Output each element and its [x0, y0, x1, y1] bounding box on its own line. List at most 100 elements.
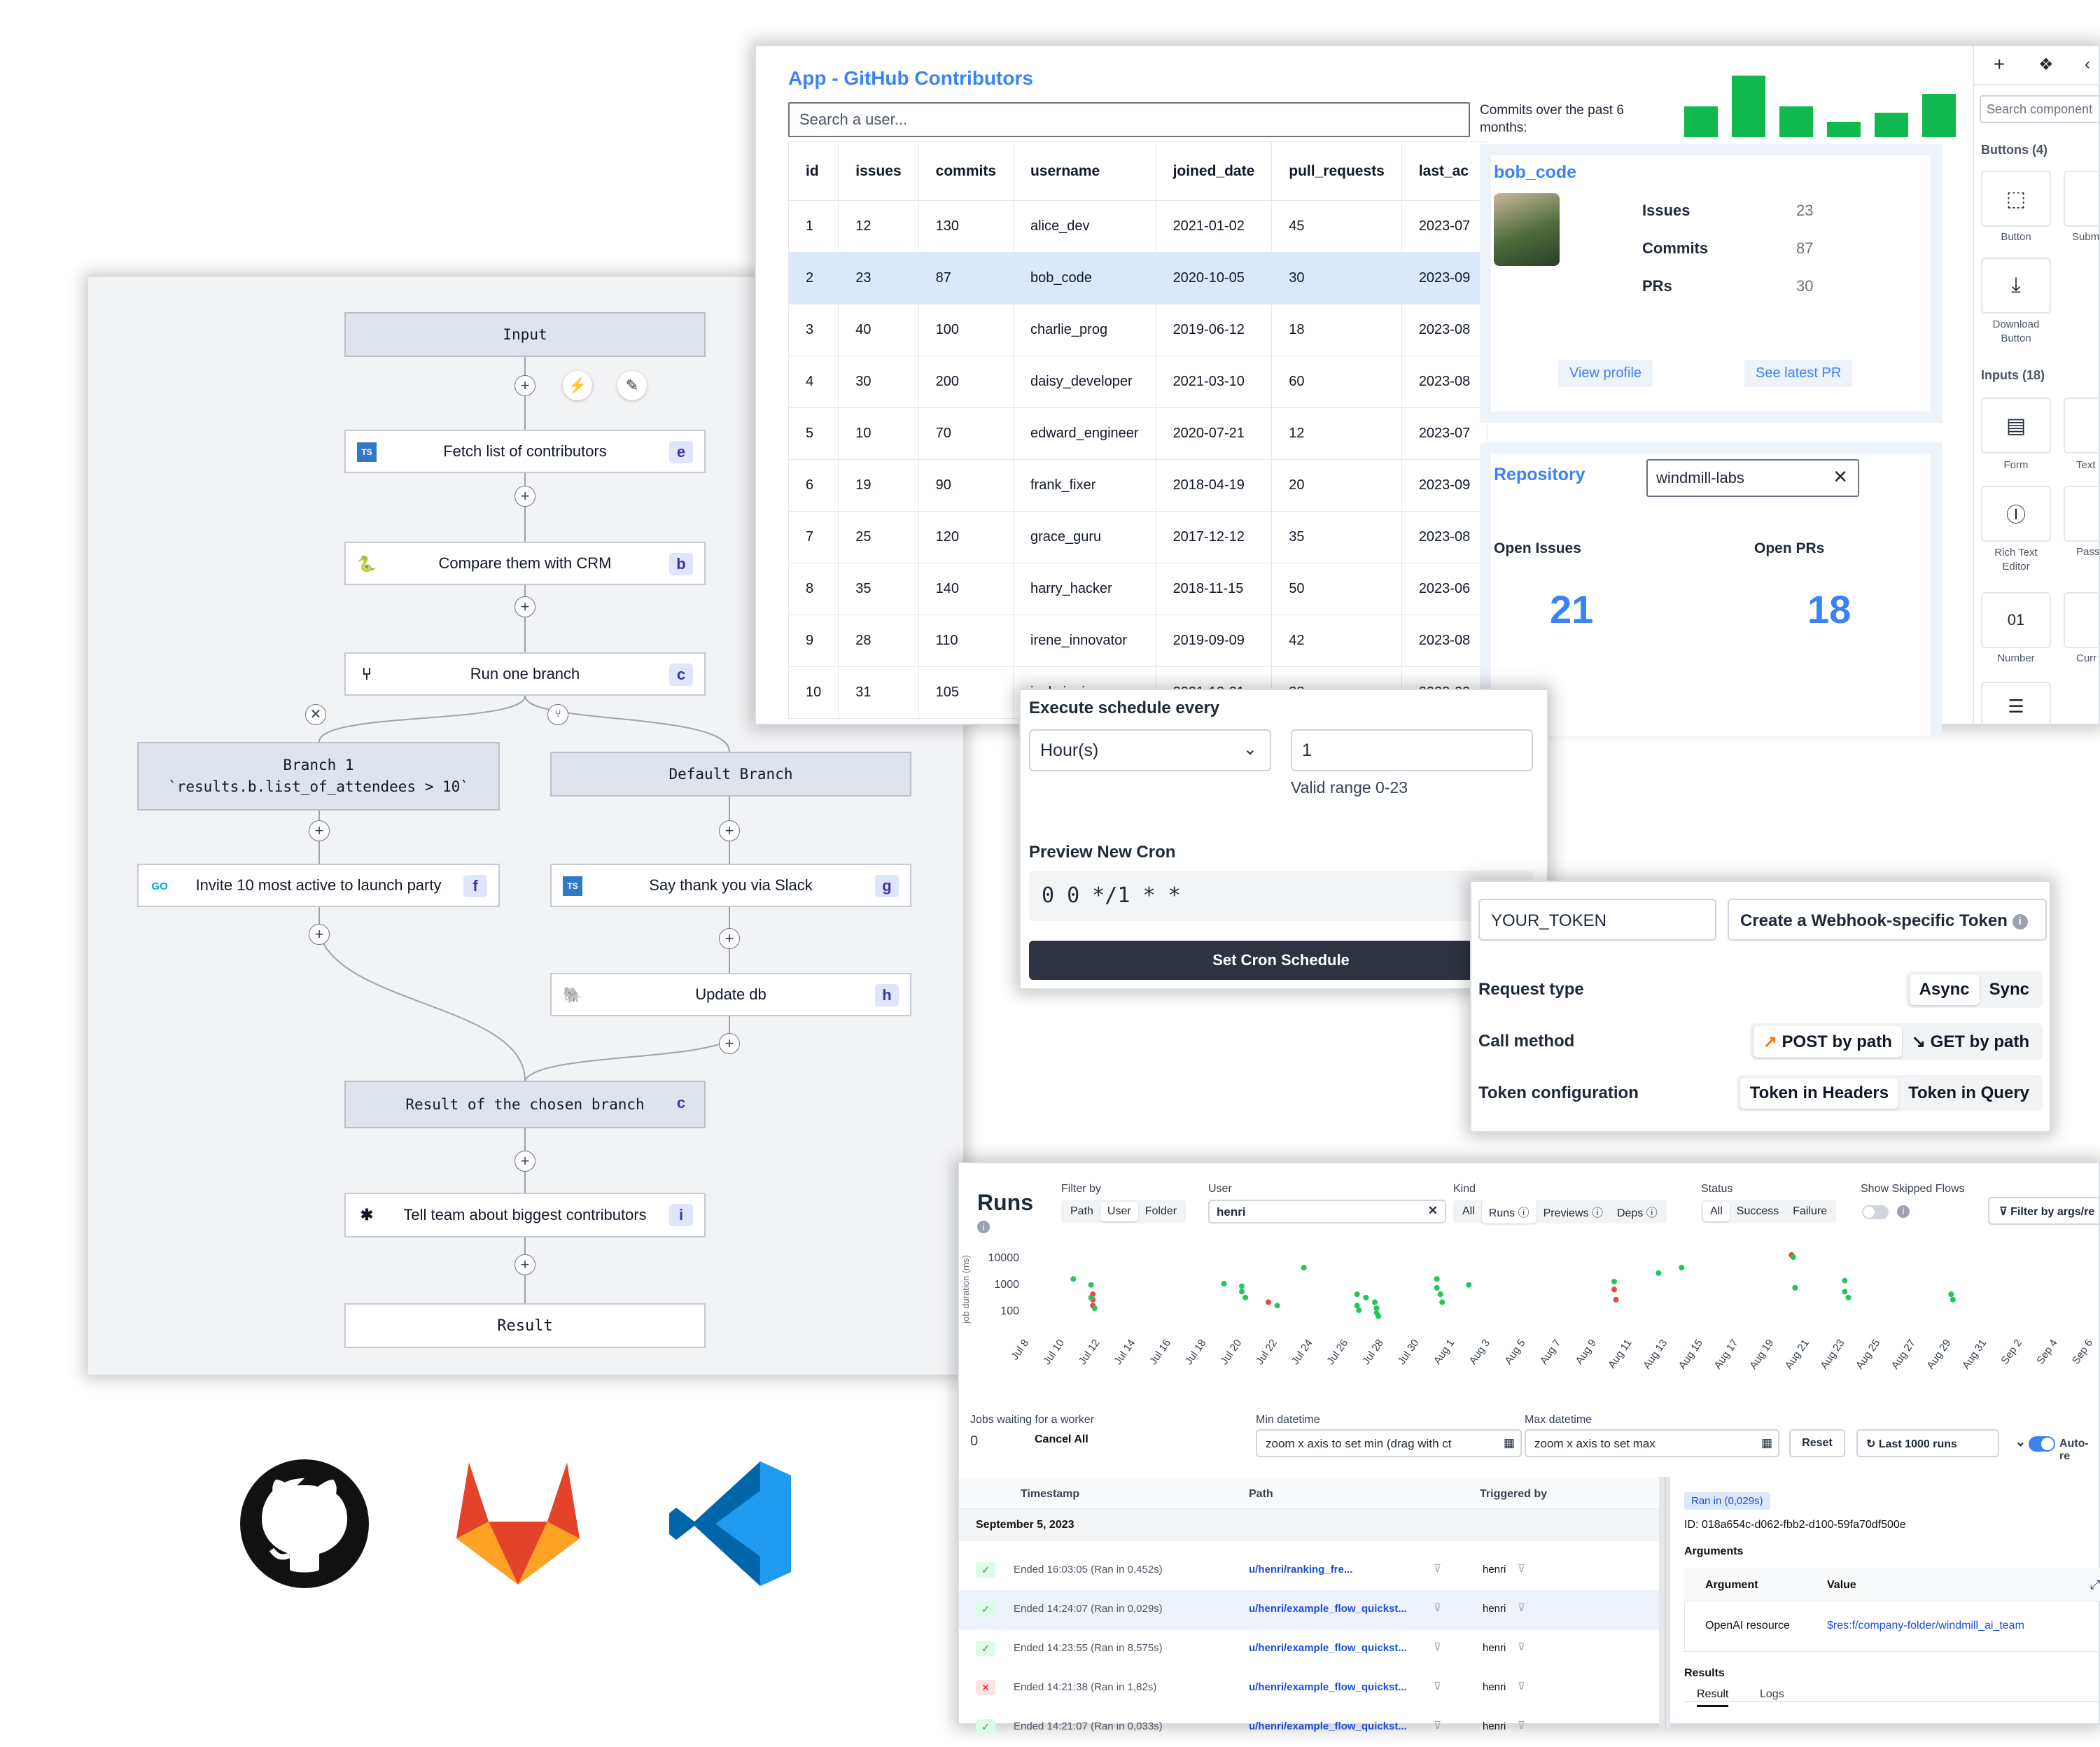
run-point[interactable]: [1842, 1289, 1848, 1295]
last-runs-select[interactable]: ↻ Last 1000 runs ⌄: [1856, 1429, 2026, 1457]
status-success[interactable]: Success: [1730, 1202, 1786, 1221]
job-row[interactable]: ✓ Ended 14:24:07 (Ran in 0,029s) u/henri/e…: [959, 1590, 1659, 1629]
run-point[interactable]: [1439, 1299, 1446, 1305]
sync-option[interactable]: Sync: [1980, 974, 2039, 1005]
post-by-path-option[interactable]: ↗ POST by path: [1753, 1025, 1902, 1058]
run-point[interactable]: [1354, 1291, 1360, 1298]
min-datetime-input[interactable]: zoom x axis to set min (drag with ct ▦: [1256, 1429, 1522, 1457]
job-path-link[interactable]: u/henri/ranking_fre...: [1249, 1564, 1352, 1576]
add-step-icon[interactable]: +: [514, 1254, 536, 1275]
submit-component-icon[interactable]: [2064, 171, 2100, 227]
table-row[interactable]: 3 40 100 charlie_prog 2019-06-12 18 2023-08: [788, 304, 1488, 356]
add-step-icon[interactable]: +: [719, 928, 740, 949]
job-row[interactable]: ✕ Ended 14:21:38 (Ran in 1,82s) u/henri/ex…: [959, 1669, 1659, 1708]
job-path-link[interactable]: u/henri/example_flow_quickst...: [1249, 1642, 1407, 1654]
table-row[interactable]: 1 12 130 alice_dev 2021-01-02 45 2023-07: [788, 200, 1488, 253]
run-point[interactable]: [1437, 1291, 1443, 1298]
auto-refresh-toggle[interactable]: [2029, 1436, 2055, 1452]
filter-icon[interactable]: ⊽: [1518, 1562, 1525, 1575]
filter-icon[interactable]: ⊽: [1434, 1641, 1441, 1653]
kind-all[interactable]: All: [1455, 1202, 1482, 1221]
kind-deps[interactable]: Deps ⓘ: [1610, 1200, 1665, 1223]
run-point[interactable]: [1845, 1294, 1851, 1300]
filter-icon[interactable]: ⊽: [1518, 1680, 1525, 1692]
filter-path[interactable]: Path: [1063, 1202, 1100, 1221]
filter-user[interactable]: User: [1100, 1202, 1138, 1221]
get-by-path-option[interactable]: ↘ GET by path: [1902, 1026, 2039, 1058]
flow-node-slack[interactable]: TS Say thank you via Slack g: [550, 864, 911, 907]
filter-args-button[interactable]: ⊽ Filter by args/re: [1988, 1197, 2100, 1225]
reset-button[interactable]: Reset: [1789, 1429, 1845, 1457]
run-point[interactable]: [1949, 1296, 1956, 1303]
add-step-icon[interactable]: +: [514, 596, 536, 617]
run-point[interactable]: [1434, 1284, 1440, 1291]
run-point[interactable]: [1070, 1276, 1077, 1282]
result-tab[interactable]: Result: [1697, 1688, 1729, 1707]
see-latest-pr-button[interactable]: See latest PR: [1744, 360, 1853, 387]
repository-input[interactable]: windmill-labs ✕: [1646, 459, 1859, 497]
run-point[interactable]: [1466, 1282, 1472, 1288]
add-step-icon[interactable]: +: [514, 486, 536, 507]
job-row[interactable]: ✓ Ended 14:23:55 (Ran in 8,575s) u/henri/e…: [959, 1629, 1659, 1669]
run-point[interactable]: [1372, 1299, 1378, 1305]
flow-branch-1[interactable]: Branch 1 `results.b.list_of_attendees > 1…: [137, 742, 500, 811]
run-point[interactable]: [1242, 1294, 1249, 1300]
token-input[interactable]: YOUR_TOKEN: [1478, 899, 1716, 941]
run-point[interactable]: [1613, 1296, 1619, 1303]
bolt-icon[interactable]: ⚡: [563, 371, 592, 400]
run-point[interactable]: [1842, 1277, 1848, 1284]
max-datetime-input[interactable]: zoom x axis to set max ▦: [1525, 1429, 1779, 1457]
download-icon[interactable]: ⤓: [1981, 258, 2051, 314]
filter-icon[interactable]: ⊽: [1518, 1601, 1525, 1614]
flow-node-compare[interactable]: 🐍 Compare them with CRM b: [344, 542, 706, 585]
kind-runs[interactable]: Runs ⓘ: [1481, 1200, 1536, 1223]
token-in-headers-option[interactable]: Token in Headers: [1740, 1078, 1899, 1109]
cancel-all-button[interactable]: Cancel All: [1035, 1433, 1088, 1446]
run-point[interactable]: [1274, 1303, 1280, 1309]
run-point[interactable]: [1088, 1282, 1094, 1288]
add-step-icon[interactable]: +: [719, 1033, 740, 1054]
clear-icon[interactable]: ✕: [1428, 1204, 1438, 1218]
flow-node-tell[interactable]: ✱ Tell team about biggest contributors i: [344, 1193, 706, 1237]
run-point[interactable]: [1266, 1299, 1271, 1305]
flow-default-branch[interactable]: Default Branch: [550, 752, 911, 797]
schedule-unit-select[interactable]: Hour(s) ⌄: [1029, 729, 1271, 771]
calendar-icon[interactable]: ▦: [1503, 1436, 1515, 1450]
table-row[interactable]: 9 28 110 irene_innovator 2019-09-09 42 2023-08: [788, 615, 1488, 667]
run-point[interactable]: [1221, 1281, 1227, 1286]
button-component-icon[interactable]: ⬚: [1981, 171, 2051, 227]
skipped-flows-toggle[interactable]: [1862, 1205, 1889, 1219]
flow-node-fetch[interactable]: TS Fetch list of contributors e: [344, 430, 706, 473]
run-point[interactable]: [1679, 1265, 1685, 1271]
run-point[interactable]: [1239, 1283, 1245, 1289]
remove-branch-icon[interactable]: ✕: [305, 704, 326, 725]
add-step-icon[interactable]: +: [514, 375, 536, 396]
flow-branch-result[interactable]: Result of the chosen branch c: [344, 1081, 706, 1128]
run-point[interactable]: [1656, 1270, 1662, 1276]
table-row[interactable]: 5 10 70 edward_engineer 2020-07-21 12 2023-07: [788, 407, 1488, 460]
run-point[interactable]: [1091, 1305, 1098, 1311]
column-header[interactable]: commits: [918, 141, 1014, 201]
filter-icon[interactable]: ⊽: [1518, 1719, 1525, 1732]
clear-icon[interactable]: ✕: [1833, 466, 1848, 488]
number-icon[interactable]: 01: [1981, 592, 2051, 648]
flow-node-invite[interactable]: GO Invite 10 most active to launch party f: [137, 864, 500, 907]
column-header[interactable]: last_ac: [1401, 141, 1488, 201]
calendar-icon[interactable]: ▦: [1761, 1436, 1772, 1450]
run-point[interactable]: [1088, 1294, 1094, 1300]
flow-node-branch[interactable]: ⑂ Run one branch c: [344, 652, 706, 696]
job-path-link[interactable]: u/henri/example_flow_quickst...: [1249, 1720, 1407, 1732]
expand-icon[interactable]: ⤢: [2090, 1578, 2100, 1592]
column-header[interactable]: issues: [838, 141, 919, 201]
table-row[interactable]: 2 23 87 bob_code 2020-10-05 30 2023-09: [788, 252, 1488, 304]
schedule-value-input[interactable]: 1: [1291, 729, 1533, 771]
job-row[interactable]: ✓ Ended 14:21:07 (Ran in 0,033s) u/henri/e…: [959, 1708, 1659, 1747]
job-path-link[interactable]: u/henri/example_flow_quickst...: [1249, 1681, 1407, 1693]
form-icon[interactable]: ▤: [1981, 398, 2051, 454]
token-in-query-option[interactable]: Token in Query: [1898, 1078, 2039, 1109]
filter-icon[interactable]: ⊽: [1434, 1562, 1441, 1575]
magic-wand-icon[interactable]: ✎: [617, 371, 647, 400]
table-row[interactable]: 7 25 120 grace_guru 2017-12-12 35 2023-08: [788, 511, 1488, 563]
column-header[interactable]: pull_requests: [1271, 141, 1402, 201]
view-profile-button[interactable]: View profile: [1558, 360, 1653, 387]
